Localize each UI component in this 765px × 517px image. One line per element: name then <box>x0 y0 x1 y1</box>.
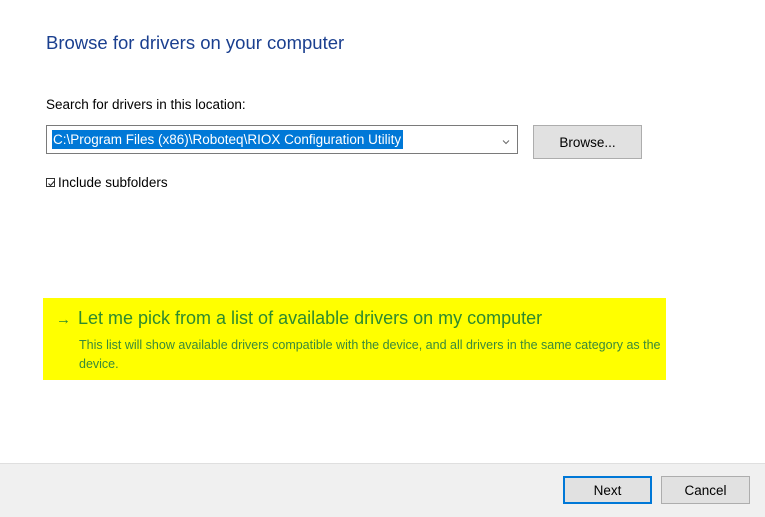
pick-from-list-link[interactable]: → Let me pick from a list of available d… <box>56 308 542 329</box>
next-button[interactable]: Next <box>563 476 652 504</box>
cancel-button[interactable]: Cancel <box>661 476 750 504</box>
include-subfolders-label: Include subfolders <box>58 174 168 190</box>
include-subfolders-checkbox[interactable] <box>46 178 55 187</box>
pick-from-list-title[interactable]: Let me pick from a list of available dri… <box>78 308 542 329</box>
pick-from-list-description: This list will show available drivers co… <box>79 338 661 371</box>
chevron-down-icon[interactable] <box>501 134 511 145</box>
driver-path-value[interactable]: C:\Program Files (x86)\Roboteq\RIOX Conf… <box>52 130 404 149</box>
arrow-right-icon: → <box>56 310 71 328</box>
checkmark-icon <box>48 180 55 187</box>
include-subfolders-option[interactable]: Include subfolders <box>46 174 168 190</box>
browse-button[interactable]: Browse... <box>533 125 642 159</box>
dialog-footer: Next Cancel <box>0 463 765 517</box>
driver-path-combobox[interactable]: C:\Program Files (x86)\Roboteq\RIOX Conf… <box>46 125 518 154</box>
page-title: Browse for drivers on your computer <box>46 32 345 53</box>
search-location-label: Search for drivers in this location: <box>46 97 246 112</box>
driver-browse-page: Browse for drivers on your computer Sear… <box>0 0 765 517</box>
